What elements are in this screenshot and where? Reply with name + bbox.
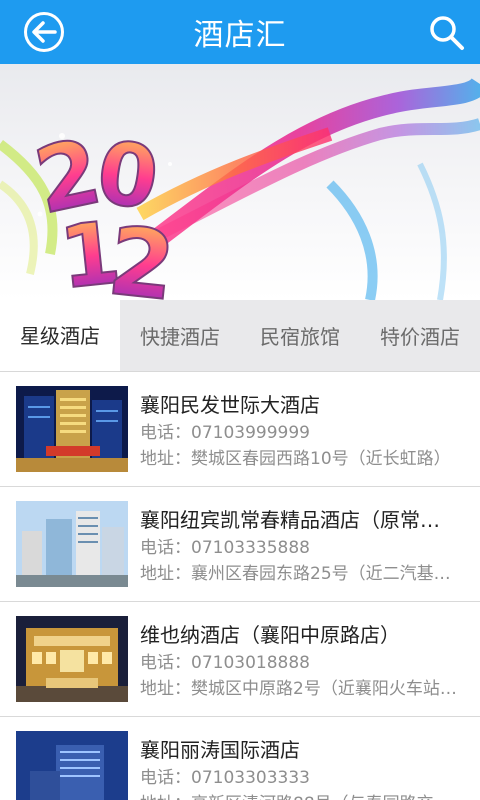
hotel-thumbnail xyxy=(16,501,128,587)
tab-star-hotels[interactable]: 星级酒店 xyxy=(0,300,120,371)
search-button[interactable] xyxy=(428,14,466,52)
hotel-address: 地址：樊城区中原路2号（近襄阳火车站… xyxy=(140,679,457,699)
hotel-phone: 电话：07103335888 xyxy=(140,538,310,558)
hotel-address: 地址：高新区清河路88号（与春园路交… xyxy=(140,791,470,800)
list-item[interactable]: 襄阳民发世际大酒店 电话：07103999999 地址：樊城区春园西路10号（近… xyxy=(0,372,480,487)
back-arrow-icon xyxy=(32,21,57,43)
hotel-phone: 电话：07103303333 xyxy=(140,768,310,788)
hotel-thumbnail xyxy=(16,386,128,472)
page-title: 酒店汇 xyxy=(193,18,287,53)
banner-image: 2 0 1 2 xyxy=(0,77,480,300)
hotel-list: 襄阳民发世际大酒店 电话：07103999999 地址：樊城区春园西路10号（近… xyxy=(0,372,480,800)
hotel-phone: 电话：07103999999 xyxy=(140,423,310,443)
hotel-name: 维也纳酒店（襄阳中原路店） xyxy=(140,623,400,647)
hotel-thumbnail xyxy=(16,731,128,800)
list-item[interactable]: 维也纳酒店（襄阳中原路店） 电话：07103018888 地址：樊城区中原路2号… xyxy=(0,602,480,717)
hotel-name: 襄阳纽宾凯常春精品酒店（原常… xyxy=(140,508,440,532)
hotel-name: 襄阳丽涛国际酒店 xyxy=(140,738,300,762)
hotel-phone: 电话：07103018888 xyxy=(140,653,310,673)
tab-budget-hotels[interactable]: 快捷酒店 xyxy=(120,300,240,371)
hotel-address: 地址：襄州区春园东路25号（近二汽基… xyxy=(140,564,451,584)
svg-text:2: 2 xyxy=(103,207,179,300)
hotel-name: 襄阳民发世际大酒店 xyxy=(140,393,320,417)
app-header: 酒店汇 xyxy=(0,0,480,64)
search-icon xyxy=(430,16,464,50)
promo-banner[interactable]: 2 0 1 2 xyxy=(0,64,480,300)
tab-special-offers[interactable]: 特价酒店 xyxy=(360,300,480,371)
back-button[interactable] xyxy=(24,12,64,52)
hotel-address: 地址：樊城区春园西路10号（近长虹路） xyxy=(140,449,451,469)
hotel-thumbnail xyxy=(16,616,128,702)
tab-guesthouses[interactable]: 民宿旅馆 xyxy=(240,300,360,371)
list-item[interactable]: 襄阳丽涛国际酒店 电话：07103303333 地址：高新区清河路88号（与春园… xyxy=(0,717,480,800)
category-tabs: 星级酒店 快捷酒店 民宿旅馆 特价酒店 xyxy=(0,300,480,372)
list-item[interactable]: 襄阳纽宾凯常春精品酒店（原常… 电话：07103335888 地址：襄州区春园东… xyxy=(0,487,480,602)
